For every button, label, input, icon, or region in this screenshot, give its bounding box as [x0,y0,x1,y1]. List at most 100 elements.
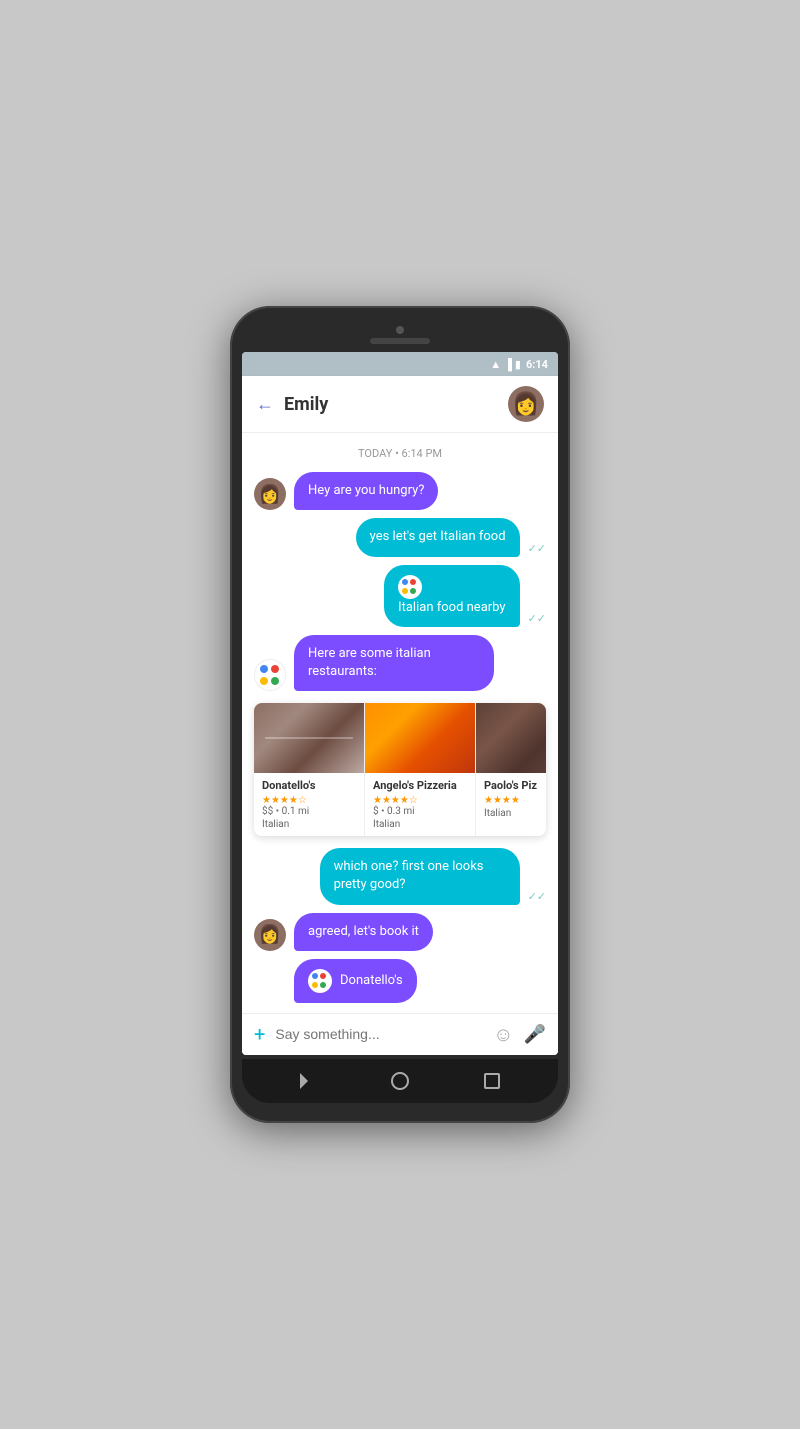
restaurant-details: $$ • 0.1 mi [262,806,356,817]
contact-avatar[interactable]: 👩 [508,386,544,422]
distance: 0.1 mi [282,806,310,817]
dot-green [410,588,416,594]
restaurant-item[interactable]: Donatello's ★★★★☆ $$ • 0.1 mi Italian [254,703,365,836]
dot [320,982,326,988]
dot [271,677,279,685]
message-text: Italian food nearby [398,600,506,615]
restaurants-card[interactable]: Donatello's ★★★★☆ $$ • 0.1 mi Italian [254,703,546,836]
status-bar: ▲ ▐ ▮ 6:14 [242,352,558,376]
restaurant-stars: ★★★★☆ [373,795,467,806]
assistant-logo [398,575,422,599]
stars: ★★★★☆ [262,795,307,806]
restaurant-image [365,703,475,773]
back-button[interactable]: ← [256,394,274,415]
home-nav-button[interactable] [391,1072,409,1090]
assistant-sent-bubble: Italian food nearby [384,565,520,627]
message-row: Here are some italian restaurants: [254,635,546,691]
mic-button[interactable]: 🎤 [524,1024,546,1045]
message-text: Here are some italian restaurants: [308,646,431,679]
signal-icon: ▐ [504,358,512,371]
plus-button[interactable]: + [254,1022,265,1046]
sent-assistant-container: Italian food nearby ✓✓ [384,565,546,627]
check-icon: ✓✓ [528,890,546,903]
dot-yellow [402,588,408,594]
restaurant-name: Angelo's Pizzeria [373,779,467,792]
restaurant-cuisine: Italian [373,819,467,830]
phone-top [242,326,558,344]
message-input[interactable] [275,1026,483,1042]
stars: ★★★★ [484,795,520,806]
assistant-bubble: Here are some italian restaurants: [294,635,494,691]
sent-message-container: yes let's get Italian food ✓✓ [356,518,546,556]
recent-nav-button[interactable] [484,1073,500,1089]
status-time: 6:14 [526,358,548,371]
message-row: Italian food nearby ✓✓ [254,565,546,627]
message-text: yes let's get Italian food [370,529,506,544]
received-bubble: agreed, let's book it [294,913,433,951]
restaurant-stars: ★★★★ [484,795,546,806]
avatar-emoji: 👩 [512,392,539,417]
restaurant-info: Angelo's Pizzeria ★★★★☆ $ • 0.3 mi Itali… [365,773,475,836]
message-row: Donatello's [254,959,546,1003]
dot [260,665,268,673]
message-row: 👩 Hey are you hungry? [254,472,546,510]
google-dots-avatar [260,665,280,685]
stars: ★★★★☆ [373,795,418,806]
message-row: which one? first one looks pretty good? … [254,848,546,904]
restaurant-name: Donatello's [262,779,356,792]
distance: 0.3 mi [387,806,415,817]
sender-avatar: 👩 [254,919,286,951]
sent-bubble: which one? first one looks pretty good? [320,848,520,904]
assistant-avatar [254,659,286,691]
price: $ [373,806,379,817]
dot [320,973,326,979]
dot [271,665,279,673]
message-text: which one? first one looks pretty good? [334,859,484,892]
avatar-icon: 👩 [259,924,281,945]
check-icon: ✓✓ [528,612,546,625]
restaurant-image [254,703,364,773]
chat-messages: TODAY • 6:14 PM 👩 Hey are you hungry? ye… [242,433,558,1013]
restaurant-details: $ • 0.3 mi [373,806,467,817]
message-text: Hey are you hungry? [308,483,424,498]
avatar-icon: 👩 [259,484,281,505]
dot [312,973,318,979]
contact-name: Emily [284,394,508,415]
restaurant-image [476,703,546,773]
restaurant-info: Paolo's Piz ★★★★ Italian [476,773,546,825]
status-icons: ▲ ▐ ▮ [490,358,521,371]
restaurant-info: Donatello's ★★★★☆ $$ • 0.1 mi Italian [254,773,364,836]
restaurant-stars: ★★★★☆ [262,795,356,806]
restaurant-item[interactable]: Paolo's Piz ★★★★ Italian [476,703,546,836]
restaurant-name: Paolo's Piz [484,779,546,792]
message-row: yes let's get Italian food ✓✓ [254,518,546,556]
phone-screen: ▲ ▐ ▮ 6:14 ← Emily 👩 TODAY • 6:14 PM 👩 [242,352,558,1055]
price: $$ [262,806,273,817]
restaurant-item[interactable]: Angelo's Pizzeria ★★★★☆ $ • 0.3 mi Itali… [365,703,476,836]
camera [396,326,404,334]
restaurant-cuisine: Italian [484,808,546,819]
restaurant-cuisine: Italian [262,819,356,830]
phone-frame: ▲ ▐ ▮ 6:14 ← Emily 👩 TODAY • 6:14 PM 👩 [230,306,570,1123]
message-text: agreed, let's book it [308,924,419,939]
emoji-button[interactable]: ☺ [493,1022,513,1047]
message-text: Donatello's [340,972,403,990]
dot-blue [402,579,408,585]
input-bar: + ☺ 🎤 [242,1013,558,1055]
dot-red [410,579,416,585]
dot [260,677,268,685]
date-separator: TODAY • 6:14 PM [254,447,546,460]
sent-bubble: yes let's get Italian food [356,518,520,556]
google-dots [402,579,418,595]
assistant-donatello-bubble: Donatello's [294,959,417,1003]
sent-message-container: which one? first one looks pretty good? … [320,848,546,904]
dot [312,982,318,988]
chat-header: ← Emily 👩 [242,376,558,433]
message-row: 👩 agreed, let's book it [254,913,546,951]
back-nav-button[interactable] [300,1073,316,1089]
speaker [370,338,430,344]
sender-avatar: 👩 [254,478,286,510]
assistant-logo [308,969,332,993]
battery-icon: ▮ [515,358,521,371]
restaurants-list: Donatello's ★★★★☆ $$ • 0.1 mi Italian [254,703,546,836]
